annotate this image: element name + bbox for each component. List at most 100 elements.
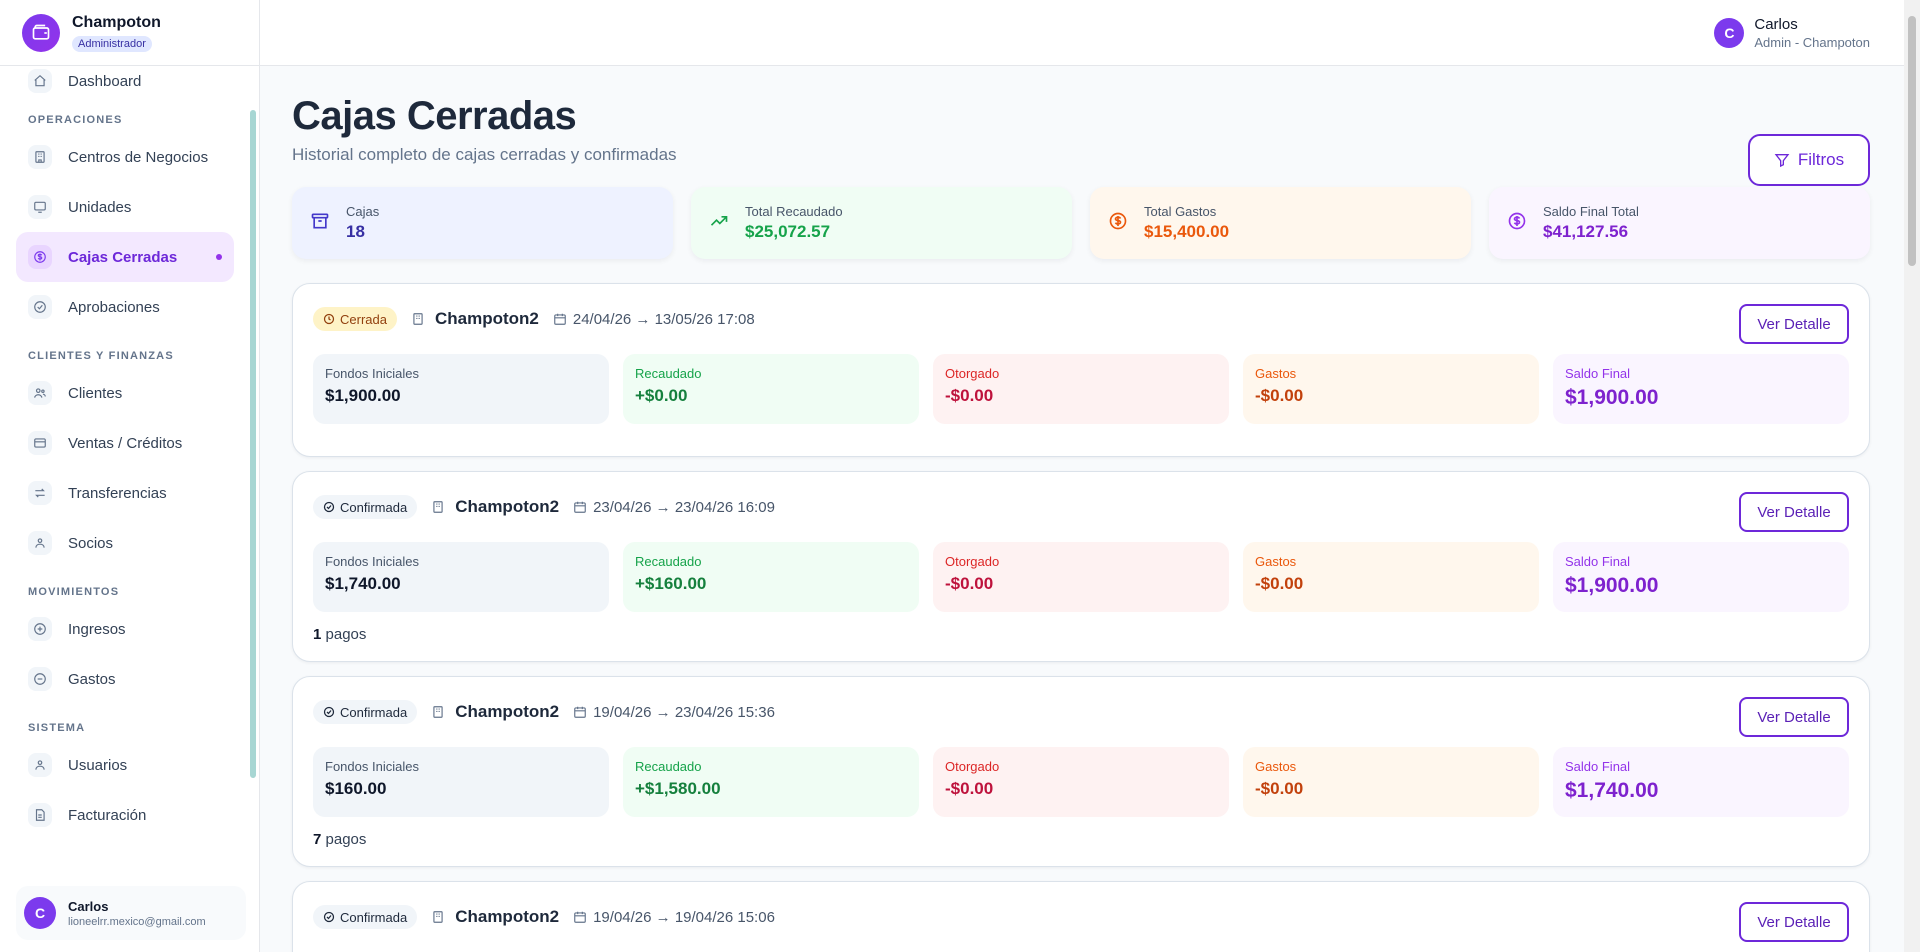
sidebar-item-unidades[interactable]: Unidades	[16, 182, 234, 232]
summary-value: 18	[346, 222, 365, 241]
role-badge: Administrador	[72, 35, 152, 52]
avatar: C	[24, 897, 56, 929]
sidebar-scrollbar[interactable]	[250, 110, 256, 778]
pagos-number: 7	[313, 831, 322, 848]
sidebar-item-label: Unidades	[68, 198, 132, 216]
centro-text: Champoton2	[434, 309, 539, 328]
pagos-suffix: pagos	[325, 626, 367, 643]
sidebar-item-label: Dashboard	[68, 72, 142, 90]
user-group-icon	[28, 753, 52, 777]
topbar-user-name: Carlos	[1754, 16, 1798, 33]
summary-cards: Cajas 18 Total Recaudado $25,072.57 Total …	[292, 187, 1870, 259]
caja-card: Confirmada Champoton2 19/04/26 → 23/04/2…	[292, 676, 1870, 867]
sidebar-item-label: Cajas Cerradas	[68, 248, 178, 266]
nav-section-movimientos: MOVIMIENTOS	[28, 586, 120, 598]
date-range: 24/04/26 → 13/05/26 17:08	[553, 311, 755, 328]
date-text: 24/04/26 → 13/05/26 17:08	[572, 310, 755, 328]
filter-icon	[1774, 154, 1790, 168]
metric-value: +$0.00	[635, 386, 688, 405]
caja-card: Confirmada Champoton2 19/04/26 → 19/04/2…	[292, 881, 1870, 952]
users-icon	[28, 381, 52, 405]
filters-label: Filtros	[1797, 150, 1845, 169]
metric-otorgado: Otorgado -$0.00	[933, 354, 1229, 424]
ver-detalle-button[interactable]: Ver Detalle	[1739, 492, 1849, 532]
pagos-number: 1	[313, 626, 322, 643]
summary-cajas: Cajas 18	[292, 187, 673, 259]
building-icon	[433, 706, 443, 718]
nav-section-clientes: CLIENTES Y FINANZAS	[28, 350, 174, 362]
ver-detalle-button[interactable]: Ver Detalle	[1739, 304, 1849, 344]
metric-value: $160.00	[325, 779, 387, 798]
metric-label: Gastos	[1255, 554, 1297, 569]
sidebar-item-label: Aprobaciones	[68, 298, 160, 316]
ver-detalle-button[interactable]: Ver Detalle	[1739, 697, 1849, 737]
sidebar-item-facturacion[interactable]: Facturación	[16, 790, 234, 840]
status-text: Cerrada	[340, 311, 387, 327]
summary-value: $41,127.56	[1543, 222, 1629, 241]
date-range: 19/04/26 → 23/04/26 15:36	[573, 704, 775, 721]
sidebar-item-ingresos[interactable]: Ingresos	[16, 604, 234, 654]
metric-label: Recaudado	[635, 366, 702, 381]
status-badge: Confirmada	[313, 495, 418, 519]
metric-value: $1,900.00	[1565, 574, 1659, 597]
metric-fondos: Fondos Iniciales $1,900.00	[313, 354, 609, 424]
sidebar-item-label: Centros de Negocios	[68, 148, 209, 166]
building-icon	[413, 313, 423, 325]
metric-otorgado: Otorgado -$0.00	[933, 747, 1229, 817]
ver-detalle-button[interactable]: Ver Detalle	[1739, 902, 1849, 942]
caja-card: Cerrada Champoton2 24/04/26 → 13/05/26 1…	[292, 283, 1870, 457]
metric-label: Recaudado	[635, 554, 702, 569]
summary-recaudado: Total Recaudado $25,072.57	[691, 187, 1072, 259]
status-text: Confirmada	[340, 704, 408, 720]
sidebar-item-label: Clientes	[68, 384, 123, 402]
window-scrollbar[interactable]	[1904, 0, 1920, 952]
avatar: C	[1714, 18, 1745, 48]
sidebar-item-ventas[interactable]: Ventas / Créditos	[16, 418, 234, 468]
sidebar-item-clientes[interactable]: Clientes	[16, 368, 234, 418]
sidebar-item-label: Ventas / Créditos	[68, 434, 183, 452]
sidebar-item-label: Transferencias	[68, 484, 167, 502]
metric-label: Fondos Iniciales	[325, 366, 419, 381]
nav-section-operaciones: OPERACIONES	[28, 114, 123, 126]
centro-name: Champoton2	[431, 702, 559, 722]
clock-icon	[323, 313, 335, 325]
status-badge: Confirmada	[313, 700, 418, 724]
credit-card-icon	[28, 431, 52, 455]
dollar-circle-icon	[28, 245, 52, 269]
building-icon	[433, 501, 443, 513]
topbar-user-menu[interactable]: C Carlos Admin - Champoton	[1714, 16, 1870, 50]
pagos-suffix: pagos	[325, 831, 367, 848]
user-name: Carlos	[68, 898, 109, 914]
pagos-count: 1 pagos	[313, 626, 1849, 643]
summary-label: Total Recaudado	[745, 204, 843, 219]
centro-text: Champoton2	[455, 702, 560, 721]
nav-section-sistema: SISTEMA	[28, 722, 86, 734]
page-subtitle: Historial completo de cajas cerradas y c…	[292, 145, 677, 164]
sidebar-item-dashboard[interactable]: Dashboard	[16, 66, 234, 96]
status-text: Confirmada	[340, 499, 408, 515]
sidebar-item-label: Usuarios	[68, 756, 128, 774]
filters-button[interactable]: Filtros	[1748, 134, 1870, 186]
sidebar-item-centros[interactable]: Centros de Negocios	[16, 132, 234, 182]
sidebar-item-transferencias[interactable]: Transferencias	[16, 468, 234, 518]
sidebar-item-usuarios[interactable]: Usuarios	[16, 740, 234, 790]
sidebar-user-card[interactable]: C Carlos lioneelrr.mexico@gmail.com	[16, 886, 246, 940]
sidebar-nav: Dashboard OPERACIONES Centros de Negocio…	[0, 66, 250, 870]
metric-saldo: Saldo Final $1,900.00	[1553, 354, 1849, 424]
check-circle-icon	[323, 501, 335, 513]
metric-gastos: Gastos -$0.00	[1243, 354, 1539, 424]
building-icon	[433, 911, 443, 923]
pagos-count: 7 pagos	[313, 831, 1849, 848]
file-invoice-icon	[28, 803, 52, 827]
brand-name: Champoton	[72, 13, 161, 31]
metric-saldo: Saldo Final $1,740.00	[1553, 747, 1849, 817]
sidebar-item-socios[interactable]: Socios	[16, 518, 234, 568]
dollar-circle-icon	[1108, 211, 1128, 236]
sidebar-item-aprobaciones[interactable]: Aprobaciones	[16, 282, 234, 332]
scrollbar-thumb[interactable]	[1908, 16, 1916, 266]
sidebar-item-gastos[interactable]: Gastos	[16, 654, 234, 704]
date-range: 23/04/26 → 23/04/26 16:09	[573, 499, 775, 516]
metric-value: -$0.00	[945, 574, 994, 593]
metric-value: -$0.00	[1255, 574, 1304, 593]
sidebar-item-cajas-cerradas[interactable]: Cajas Cerradas	[16, 232, 234, 282]
